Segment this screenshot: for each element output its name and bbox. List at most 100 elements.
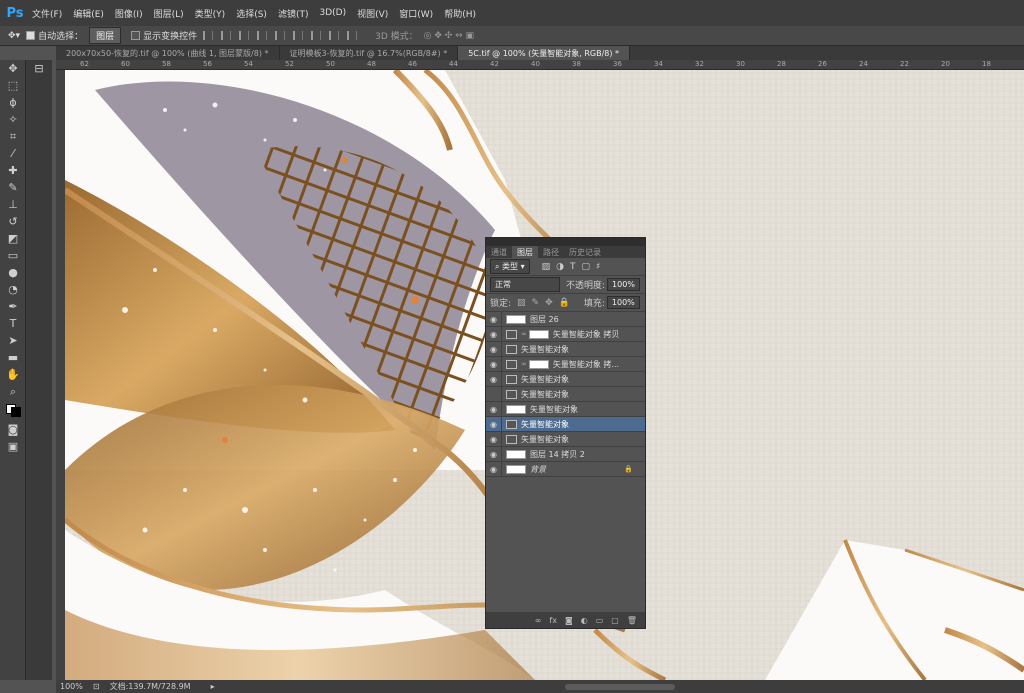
menu-image[interactable]: 图像(I) (115, 7, 143, 20)
magic-wand-icon[interactable]: ✧ (0, 111, 26, 128)
visibility-eye-icon[interactable]: ◉ (486, 461, 502, 477)
move-tool-icon[interactable]: ✥▾ (8, 31, 20, 41)
layer-row[interactable]: ◉ ∞ 矢量智能对象 拷... (486, 356, 645, 372)
align-middle-icon[interactable] (275, 31, 286, 40)
align-top-icon[interactable] (257, 31, 268, 40)
layer-mask-thumbnail[interactable] (528, 359, 549, 369)
blend-mode-select[interactable]: 正常 (490, 277, 560, 292)
hand-tool-icon[interactable]: ✋ (0, 366, 26, 383)
adjust-icon[interactable]: ◐ (581, 616, 588, 625)
pen-tool-icon[interactable]: ✒ (0, 298, 26, 315)
layer-row[interactable]: ◉ 图层 26 (486, 311, 645, 327)
menu-layer[interactable]: 图层(L) (154, 7, 184, 20)
mask-icon[interactable]: ◙ (565, 616, 573, 625)
panel-header[interactable] (486, 238, 645, 246)
crop-tool-icon[interactable]: ⌗ (0, 128, 26, 145)
history-brush-icon[interactable]: ↺ (0, 213, 26, 230)
layer-mask-thumbnail[interactable] (528, 329, 549, 339)
link-icon[interactable]: ∞ (521, 360, 527, 368)
horizontal-scrollbar[interactable] (564, 683, 675, 690)
eyedropper-icon[interactable]: ⁄ (0, 145, 26, 162)
tab-channels[interactable]: 通道 (486, 246, 512, 258)
link-icon[interactable]: ∞ (521, 330, 527, 338)
menu-window[interactable]: 窗口(W) (399, 7, 433, 20)
screen-mode-icon[interactable]: ▣ (0, 438, 26, 455)
link-icon[interactable]: ∞ (535, 616, 542, 625)
fx-icon[interactable]: fx (549, 616, 557, 625)
eraser-tool-icon[interactable]: ◩ (0, 230, 26, 247)
visibility-eye-icon[interactable]: ◉ (486, 356, 502, 372)
healing-tool-icon[interactable]: ✚ (0, 162, 26, 179)
visibility-eye-icon[interactable]: ◉ (486, 431, 502, 447)
align-center-icon[interactable] (221, 31, 232, 40)
menu-help[interactable]: 帮助(H) (444, 7, 476, 20)
tab-history[interactable]: 历史记录 (564, 246, 606, 258)
visibility-eye-icon[interactable] (486, 386, 502, 402)
trash-icon[interactable]: 🗑 (627, 616, 637, 625)
menu-type[interactable]: 类型(Y) (195, 7, 226, 20)
visibility-eye-icon[interactable]: ◉ (486, 446, 502, 462)
menu-edit[interactable]: 编辑(E) (73, 7, 104, 20)
brush-tool-icon[interactable]: ✎ (0, 179, 26, 196)
distribute-2-icon[interactable] (329, 31, 340, 40)
lock-icons[interactable]: ▨✎✥🔒 (517, 298, 576, 308)
layer-row[interactable]: ◉ 图层 14 拷贝 2 (486, 446, 645, 462)
menu-file[interactable]: 文件(F) (32, 7, 62, 20)
menu-3d[interactable]: 3D(D) (319, 8, 346, 18)
layer-row[interactable]: ◉ 矢量智能对象 (486, 371, 645, 387)
path-select-icon[interactable]: ➤ (0, 332, 26, 349)
type-tool-icon[interactable]: T (0, 315, 26, 332)
menu-select[interactable]: 选择(S) (236, 7, 267, 20)
filter-search-icon[interactable]: ⌕ 类型 ▾ (490, 259, 530, 274)
gradient-tool-icon[interactable]: ▭ (0, 247, 26, 264)
layer-row[interactable]: ◉ 矢量智能对象 (486, 341, 645, 357)
filter-type-select[interactable]: 类型 (502, 262, 518, 271)
3d-controls-icon[interactable]: ◎ ✥ ✣ ⇔ ▣ (424, 31, 474, 41)
color-swatch-icon[interactable] (0, 400, 26, 417)
align-left-icon[interactable] (203, 31, 214, 40)
dodge-tool-icon[interactable]: ◔ (0, 281, 26, 298)
menu-view[interactable]: 视图(V) (357, 7, 388, 20)
auto-select-dropdown[interactable]: 图层 (89, 27, 122, 44)
dock-panel-icon[interactable]: ⊟ (26, 60, 52, 77)
doc-tab-1[interactable]: 200x70x50-恢复的.tif @ 100% (曲线 1, 图层蒙版/8) … (56, 46, 280, 60)
visibility-eye-icon[interactable]: ◉ (486, 341, 502, 357)
show-transform-checkbox[interactable] (131, 31, 141, 40)
filter-kind-icons[interactable]: ▨◑T▢♯ (542, 262, 607, 272)
move-tool-icon[interactable]: ✥ (0, 60, 26, 77)
layer-row[interactable]: ◉ 矢量智能对象 (486, 431, 645, 447)
visibility-eye-icon[interactable]: ◉ (486, 401, 502, 417)
quick-mask-icon[interactable]: ◙ (0, 421, 26, 438)
marquee-tool-icon[interactable]: ⬚ (0, 77, 26, 94)
tab-paths[interactable]: 路径 (538, 246, 564, 258)
zoom-tool-icon[interactable]: ⌕ (0, 383, 26, 400)
layer-row[interactable]: ◉ 矢量智能对象 (486, 401, 645, 417)
new-layer-icon[interactable]: ▢ (611, 616, 619, 625)
visibility-eye-icon[interactable]: ◉ (486, 416, 502, 432)
zoom-level[interactable]: 100% (60, 682, 83, 691)
auto-select-checkbox[interactable] (26, 31, 36, 40)
opacity-input[interactable]: 100% (607, 278, 640, 291)
visibility-eye-icon[interactable]: ◉ (486, 311, 502, 327)
shape-tool-icon[interactable]: ▬ (0, 349, 26, 366)
stamp-tool-icon[interactable]: ⊥ (0, 196, 26, 213)
blur-tool-icon[interactable]: ● (0, 264, 26, 281)
visibility-eye-icon[interactable]: ◉ (486, 371, 502, 387)
distribute-icon[interactable] (311, 31, 322, 40)
doc-tab-2[interactable]: 证明模板3-恢复的.tif @ 16.7%(RGB/8#) * (280, 46, 459, 60)
doc-tab-3[interactable]: 5C.tif @ 100% (矢量智能对象, RGB/8) * (458, 46, 631, 60)
layer-row[interactable]: ◉ 背景 🔒 (486, 461, 645, 477)
visibility-eye-icon[interactable]: ◉ (486, 326, 502, 342)
distribute-3-icon[interactable] (347, 31, 358, 40)
align-bottom-icon[interactable] (293, 31, 304, 40)
align-right-icon[interactable] (239, 31, 250, 40)
lasso-tool-icon[interactable]: ϕ (0, 94, 26, 111)
status-menu-icon[interactable]: ▸ (211, 682, 215, 691)
tab-layers[interactable]: 图层 (512, 246, 538, 258)
menu-filter[interactable]: 滤镜(T) (278, 7, 309, 20)
layer-row[interactable]: 矢量智能对象 (486, 386, 645, 402)
layer-row[interactable]: ◉ 矢量智能对象 (486, 416, 645, 432)
layer-row[interactable]: ◉ ∞ 矢量智能对象 拷贝 (486, 326, 645, 342)
fill-input[interactable]: 100% (606, 296, 640, 309)
folder-icon[interactable]: ▭ (596, 616, 604, 625)
